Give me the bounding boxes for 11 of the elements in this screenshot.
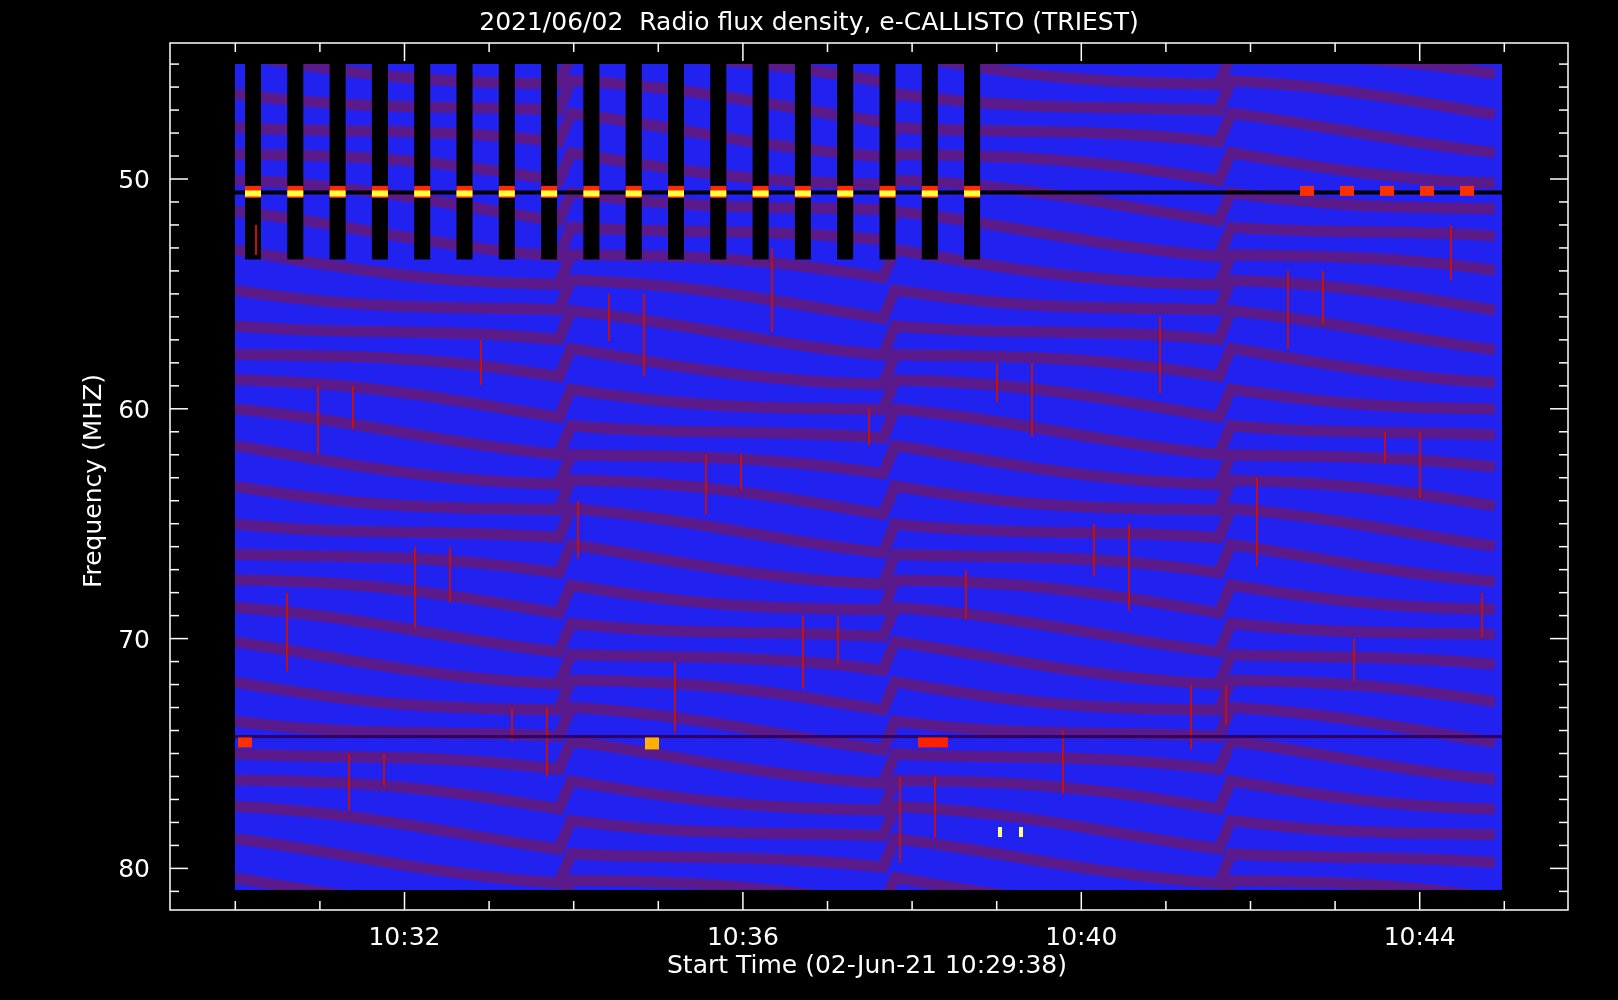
y-axis-label: Frequency (MHZ)	[78, 373, 107, 589]
x-tick-label: 10:36	[706, 922, 779, 951]
x-tick-label: 10:32	[368, 922, 441, 951]
y-tick-label: 70	[118, 624, 150, 654]
chart-title: 2021/06/02 Radio flux density, e-CALLISTO (TRIEST)	[479, 7, 1139, 36]
y-tick-label: 80	[118, 854, 150, 884]
x-axis-label: Start Time (02-Jun-21 10:29:38)	[667, 950, 1067, 979]
x-tick-label: 10:44	[1383, 922, 1456, 951]
x-tick-label: 10:40	[1045, 922, 1118, 951]
y-tick-label: 60	[118, 394, 150, 424]
y-tick-label: 50	[118, 165, 150, 194]
